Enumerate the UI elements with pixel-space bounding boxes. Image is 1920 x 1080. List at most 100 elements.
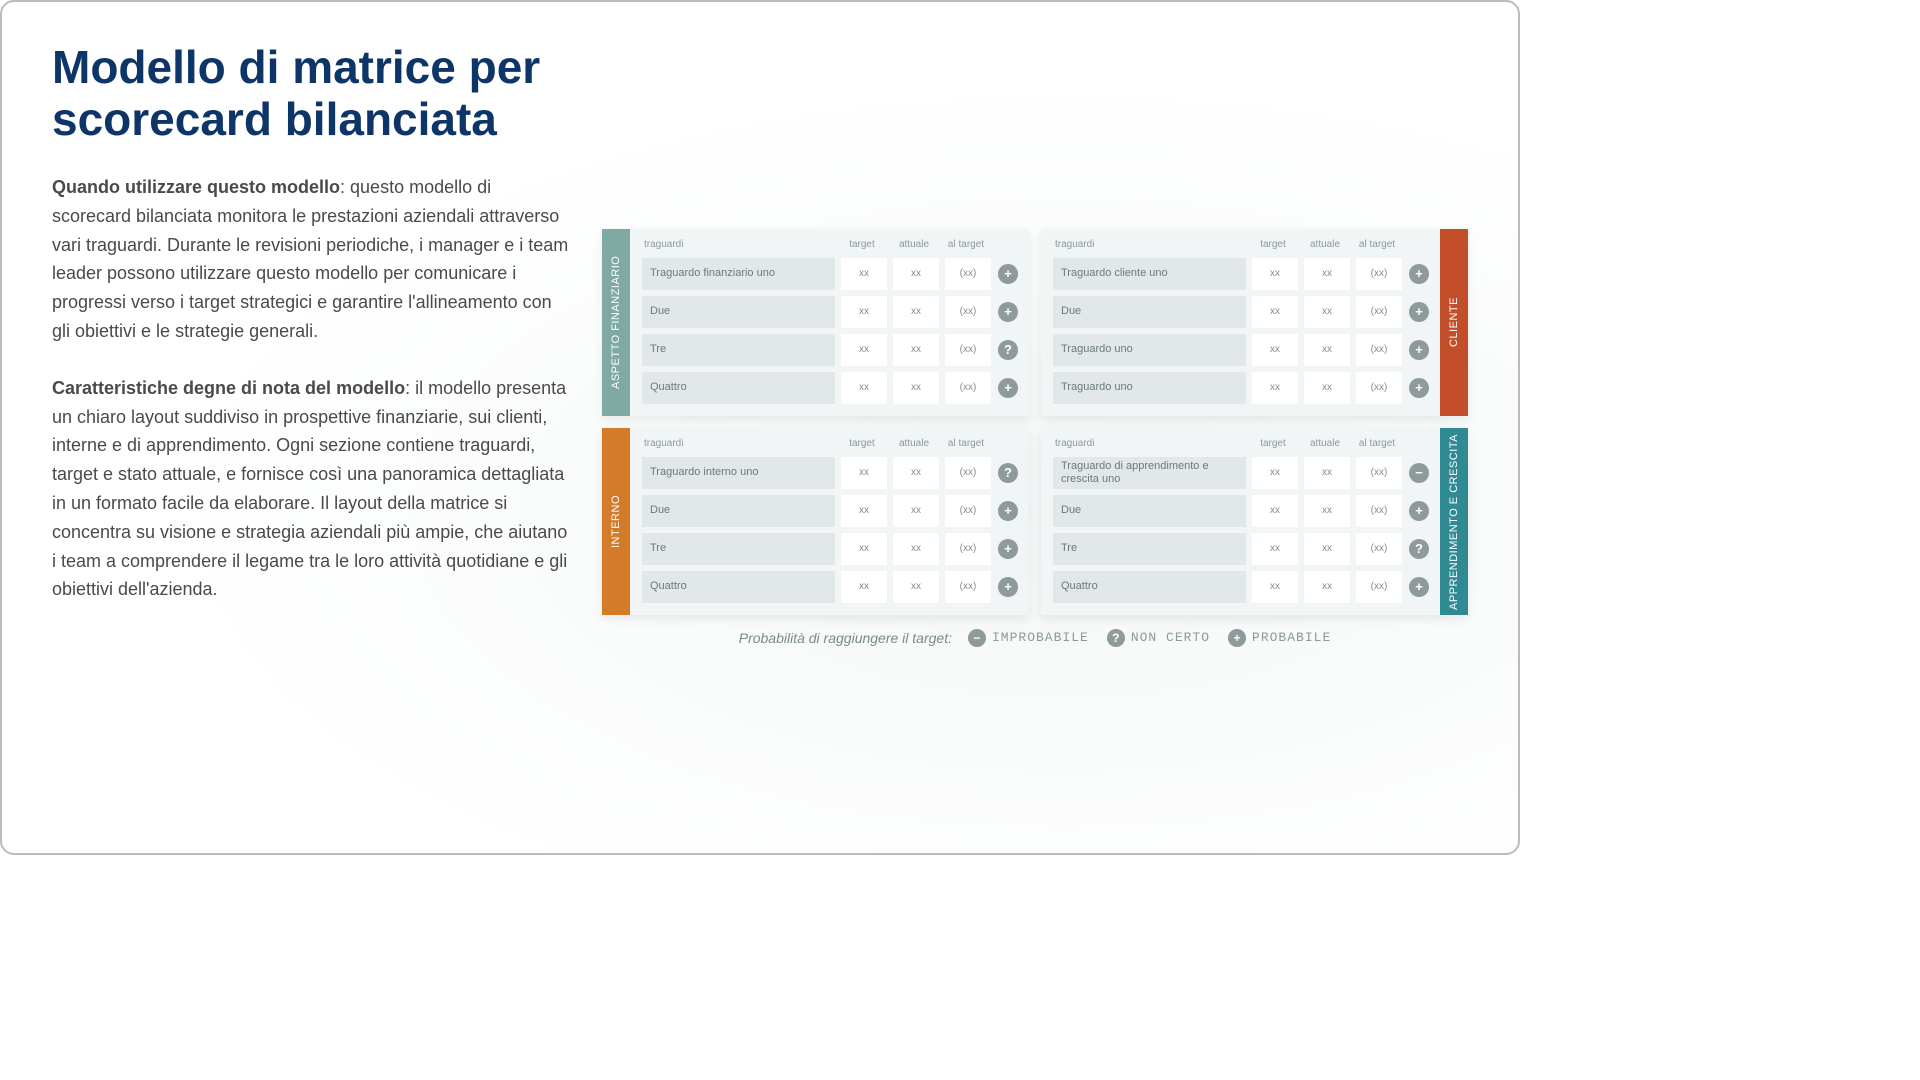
quadrant-tab: APPRENDIMENTO E CRESCITA: [1440, 428, 1468, 615]
para1-text: : questo modello di scorecard bilanciata…: [52, 177, 568, 341]
goal-row: Duexxxx(xx)+: [642, 296, 1019, 328]
goal-label: Quattro: [642, 571, 835, 603]
actual-cell: xx: [1304, 457, 1350, 489]
column-header: attuale: [891, 239, 937, 250]
legend-text: NON CERTO: [1131, 630, 1210, 645]
goal-row: Traguardo finanziario unoxxxx(xx)+: [642, 258, 1019, 290]
actual-cell: xx: [893, 296, 939, 328]
legend-item: −IMPROBABILE: [968, 629, 1089, 647]
status-icon: −: [1409, 463, 1429, 483]
status-icon: +: [998, 501, 1018, 521]
quadrant-tab: CLIENTE: [1440, 229, 1468, 416]
quadrant: APPRENDIMENTO E CRESCITAtraguarditargeta…: [1041, 428, 1468, 615]
actual-cell: xx: [893, 533, 939, 565]
target-cell: xx: [1252, 457, 1298, 489]
column-header: traguardi: [644, 438, 833, 449]
quadrant: CLIENTEtraguarditargetattualeal targetTr…: [1041, 229, 1468, 416]
legend-item: + PROBABILE: [1228, 629, 1331, 647]
status-icon: +: [998, 302, 1018, 322]
goal-row: Duexxxx(xx)+: [642, 495, 1019, 527]
goal-label: Due: [642, 495, 835, 527]
column-header: target: [1250, 239, 1296, 250]
goal-row: Trexxxx(xx)+: [642, 533, 1019, 565]
target-cell: xx: [841, 334, 887, 366]
to-target-cell: (xx): [945, 372, 991, 404]
goal-row: Trexxxx(xx)?: [1053, 533, 1430, 565]
target-cell: xx: [1252, 495, 1298, 527]
target-cell: xx: [841, 571, 887, 603]
goal-row: Traguardo interno unoxxxx(xx)?: [642, 457, 1019, 489]
quadrant-body: traguarditargetattualeal targetTraguardo…: [1041, 229, 1440, 416]
column-headers: traguarditargetattualeal target: [642, 239, 1019, 252]
para2-bold: Caratteristiche degne di nota del modell…: [52, 378, 405, 398]
goal-label: Quattro: [642, 372, 835, 404]
column-header: target: [839, 239, 885, 250]
para2-text: : il modello presenta un chiaro layout s…: [52, 378, 567, 600]
target-cell: xx: [1252, 372, 1298, 404]
legend-label: Probabilità di raggiungere il target:: [739, 630, 952, 646]
slide: Modello di matrice per scorecard bilanci…: [0, 0, 1520, 855]
legend-icon: −: [968, 629, 986, 647]
to-target-cell: (xx): [945, 571, 991, 603]
column-header: attuale: [1302, 239, 1348, 250]
status-icon: +: [998, 264, 1018, 284]
to-target-cell: (xx): [945, 457, 991, 489]
legend-icon: +: [1228, 629, 1246, 647]
quadrant: INTERNOtraguarditargetattualeal targetTr…: [602, 428, 1029, 615]
target-cell: xx: [1252, 296, 1298, 328]
goal-label: Due: [1053, 495, 1246, 527]
goal-row: Traguardo unoxxxx(xx)+: [1053, 334, 1430, 366]
goal-label: Tre: [642, 334, 835, 366]
column-header: al target: [943, 239, 989, 250]
goal-row: Quattroxxxx(xx)+: [642, 372, 1019, 404]
actual-cell: xx: [1304, 495, 1350, 527]
goal-label: Tre: [642, 533, 835, 565]
quadrant-body: traguarditargetattualeal targetTraguardo…: [1041, 428, 1440, 615]
column-headers: traguarditargetattualeal target: [1053, 239, 1430, 252]
column-header: attuale: [891, 438, 937, 449]
status-icon: +: [1409, 264, 1429, 284]
actual-cell: xx: [893, 372, 939, 404]
legend-text: PROBABILE: [1252, 630, 1331, 645]
to-target-cell: (xx): [1356, 296, 1402, 328]
legend-item: ?NON CERTO: [1107, 629, 1210, 647]
goal-row: Traguardo unoxxxx(xx)+: [1053, 372, 1430, 404]
status-icon: +: [1409, 302, 1429, 322]
scorecard-matrix: ASPETTO FINANZIARIOtraguarditargetattual…: [602, 229, 1468, 615]
actual-cell: xx: [893, 457, 939, 489]
goal-row: Quattroxxxx(xx)+: [1053, 571, 1430, 603]
target-cell: xx: [1252, 571, 1298, 603]
column-headers: traguarditargetattualeal target: [642, 438, 1019, 451]
goal-row: Quattroxxxx(xx)+: [642, 571, 1019, 603]
to-target-cell: (xx): [945, 334, 991, 366]
target-cell: xx: [1252, 533, 1298, 565]
paragraph-1: Quando utilizzare questo modello: questo…: [52, 173, 572, 346]
to-target-cell: (xx): [1356, 495, 1402, 527]
to-target-cell: (xx): [1356, 334, 1402, 366]
to-target-cell: (xx): [945, 258, 991, 290]
target-cell: xx: [841, 258, 887, 290]
legend: Probabilità di raggiungere il target: −I…: [602, 629, 1468, 647]
para1-bold: Quando utilizzare questo modello: [52, 177, 340, 197]
quadrant-body: traguarditargetattualeal target Traguardo…: [630, 428, 1029, 615]
target-cell: xx: [841, 372, 887, 404]
column-header: al target: [1354, 239, 1400, 250]
status-icon: ?: [998, 463, 1018, 483]
to-target-cell: (xx): [1356, 571, 1402, 603]
actual-cell: xx: [1304, 296, 1350, 328]
actual-cell: xx: [1304, 533, 1350, 565]
actual-cell: xx: [893, 495, 939, 527]
column-header: attuale: [1302, 438, 1348, 449]
column-header: traguardi: [1055, 438, 1244, 449]
text-column: Modello di matrice per scorecard bilanci…: [52, 42, 572, 813]
goal-label: Due: [642, 296, 835, 328]
actual-cell: xx: [1304, 372, 1350, 404]
to-target-cell: (xx): [1356, 258, 1402, 290]
status-icon: ?: [998, 340, 1018, 360]
actual-cell: xx: [893, 571, 939, 603]
page-title: Modello di matrice per scorecard bilanci…: [52, 42, 572, 145]
status-icon: +: [1409, 378, 1429, 398]
quadrant-tab: ASPETTO FINANZIARIO: [602, 229, 630, 416]
goal-label: Traguardo cliente uno: [1053, 258, 1246, 290]
to-target-cell: (xx): [945, 495, 991, 527]
